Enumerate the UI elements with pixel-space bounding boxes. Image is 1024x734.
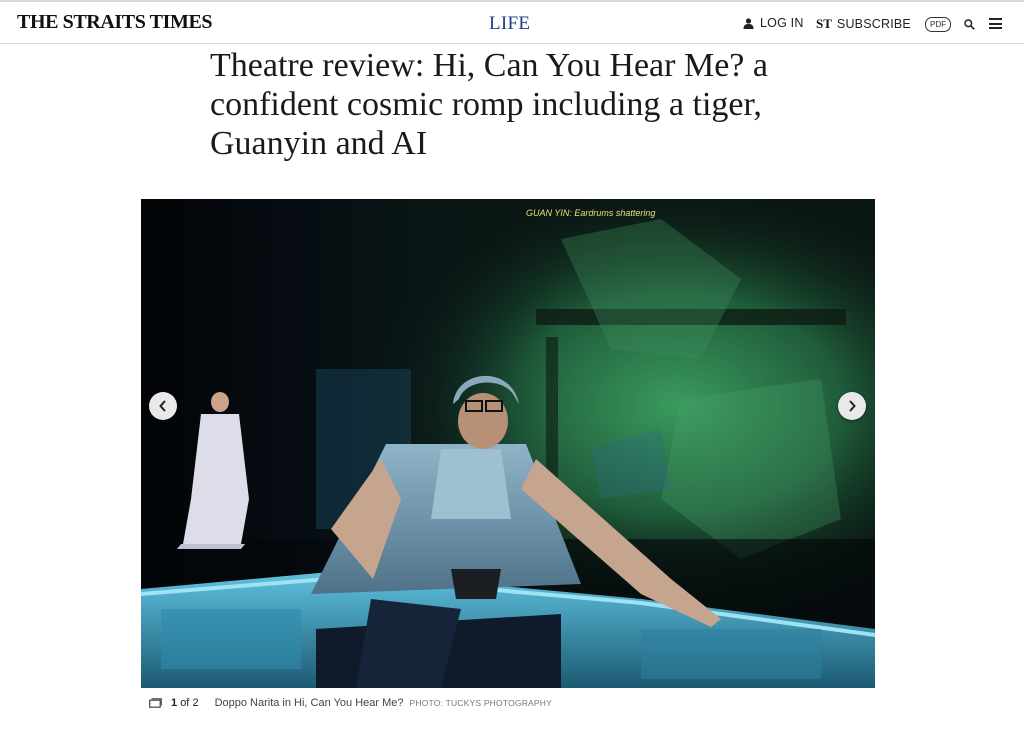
- article-headline: Theatre review: Hi, Can You Hear Me? a c…: [210, 47, 768, 162]
- gallery-counter: 1 of 2: [171, 697, 199, 709]
- stage-surtitle: GUAN YIN: Eardrums shattering: [526, 208, 655, 218]
- login-label: LOG IN: [760, 16, 804, 30]
- subscribe-label: SUBSCRIBE: [836, 17, 911, 31]
- credit-prefix: PHOTO:: [409, 698, 444, 708]
- st-icon: ST: [816, 16, 832, 31]
- search-icon[interactable]: [964, 19, 975, 30]
- user-icon: [743, 17, 754, 29]
- caption-text: Doppo Narita in Hi, Can You Hear Me?: [214, 697, 404, 709]
- counter-total: 2: [192, 697, 199, 709]
- site-header: THE STRAITS TIMES LIFE LOG IN ST SUBSCRI…: [0, 2, 1024, 44]
- counter-separator: of: [180, 697, 190, 709]
- site-logo[interactable]: THE STRAITS TIMES: [17, 11, 213, 34]
- chevron-right-icon: [849, 400, 856, 412]
- login-button[interactable]: LOG IN: [743, 16, 804, 30]
- chevron-left-icon: [159, 400, 166, 412]
- gallery-prev-button[interactable]: [149, 392, 177, 420]
- credit-name: TUCKYS PHOTOGRAPHY: [445, 698, 552, 708]
- photo-credit: PHOTO: TUCKYS PHOTOGRAPHY: [410, 698, 552, 708]
- photo-caption: 1 of 2 Doppo Narita in Hi, Can You Hear …: [149, 697, 552, 709]
- subscribe-button[interactable]: ST SUBSCRIBE: [816, 16, 911, 32]
- gallery-icon: [149, 698, 162, 708]
- section-label[interactable]: LIFE: [489, 13, 530, 35]
- pdf-button[interactable]: PDF: [925, 17, 951, 32]
- gallery-next-button[interactable]: [838, 392, 866, 420]
- hamburger-menu-icon[interactable]: [989, 18, 1002, 29]
- gallery-photo: GUAN YIN: Eardrums shattering: [141, 199, 875, 688]
- counter-current: 1: [171, 697, 178, 709]
